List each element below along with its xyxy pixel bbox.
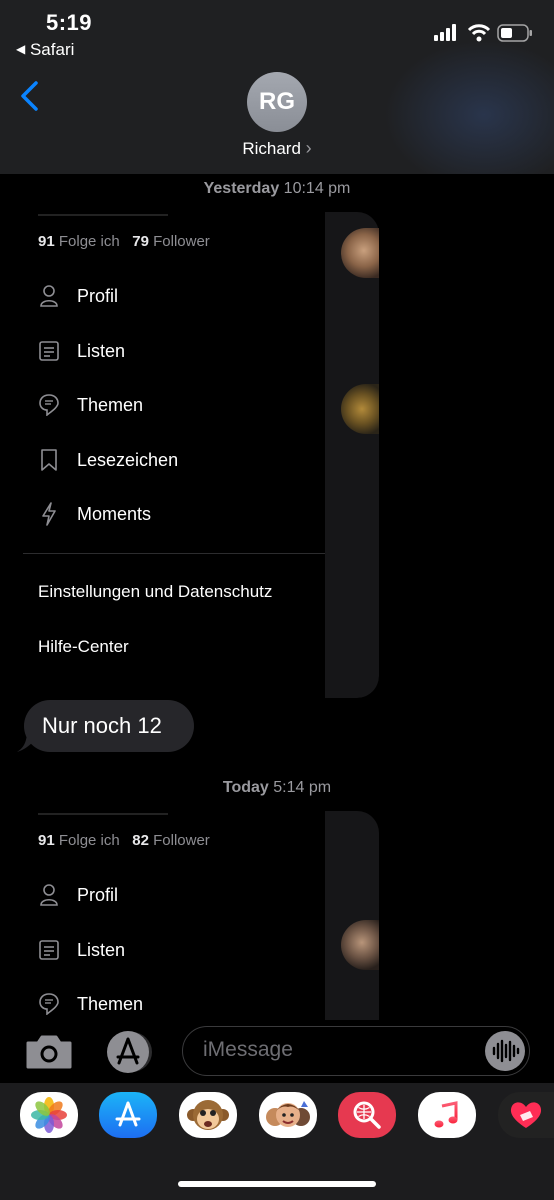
animoji-app-button[interactable] bbox=[179, 1092, 237, 1138]
followers-label: Follower bbox=[153, 832, 210, 849]
back-to-app[interactable]: ◀ Safari bbox=[16, 40, 74, 60]
web-images-app-button[interactable] bbox=[338, 1092, 396, 1138]
message-input-placeholder: iMessage bbox=[203, 1038, 293, 1061]
message-input[interactable]: iMessage bbox=[182, 1026, 530, 1076]
timestamp-day: Yesterday bbox=[203, 180, 280, 197]
back-button[interactable] bbox=[18, 80, 40, 112]
lightning-icon bbox=[38, 502, 60, 526]
person-icon bbox=[38, 285, 60, 307]
digital-touch-app-button[interactable] bbox=[498, 1092, 554, 1138]
timestamp-today: Today 5:14 pm bbox=[0, 779, 554, 797]
menu-label: Themen bbox=[77, 394, 144, 415]
camera-button[interactable] bbox=[25, 1034, 73, 1070]
app-store-app-button[interactable] bbox=[99, 1092, 157, 1138]
menu-item-help: Hilfe-Center bbox=[38, 637, 129, 656]
status-time: 5:19 bbox=[46, 10, 93, 35]
music-app-button[interactable] bbox=[418, 1092, 476, 1138]
home-indicator[interactable] bbox=[178, 1181, 376, 1187]
contact-name[interactable]: Richard › bbox=[0, 138, 554, 159]
menu-item-topics: Themen bbox=[38, 389, 143, 421]
music-icon bbox=[434, 1101, 458, 1128]
menu-item-profile: Profil bbox=[38, 879, 118, 911]
timestamp-time: 5:14 pm bbox=[273, 779, 332, 796]
list-icon bbox=[38, 340, 60, 362]
timestamp-yesterday: Yesterday 10:14 pm bbox=[0, 180, 554, 198]
following-label: Folge ich bbox=[58, 832, 120, 849]
menu-label: Profil bbox=[77, 884, 119, 905]
contact-name-label: Richard bbox=[242, 139, 301, 158]
menu-item-settings: Einstellungen und Datenschutz bbox=[38, 582, 273, 601]
animoji-icon bbox=[187, 1100, 229, 1130]
back-triangle-icon: ◀ bbox=[16, 42, 26, 56]
timestamp-day: Today bbox=[222, 779, 269, 796]
person-icon bbox=[38, 884, 60, 906]
chevron-right-icon: › bbox=[305, 138, 312, 158]
timeline-strip bbox=[325, 811, 379, 1020]
app-drawer-button[interactable] bbox=[104, 1030, 156, 1074]
menu-label: Profil bbox=[77, 285, 119, 306]
following-label: Folge ich bbox=[58, 233, 120, 250]
list-icon bbox=[38, 939, 60, 961]
bookmark-icon bbox=[38, 449, 60, 471]
waveform-icon bbox=[492, 1039, 520, 1063]
audio-message-button[interactable] bbox=[485, 1031, 525, 1071]
camera-icon bbox=[26, 1035, 72, 1069]
received-message-bubble[interactable]: Nur noch 12 bbox=[24, 700, 194, 752]
following-count: 91 bbox=[38, 832, 55, 849]
menu-label: Listen bbox=[77, 939, 126, 960]
cropped-handle-line bbox=[38, 212, 168, 216]
menu-label: Lesezeichen bbox=[77, 449, 179, 470]
cropped-handle-line bbox=[38, 811, 168, 815]
follow-stats: 91 Folge ich 82 Follower bbox=[38, 832, 210, 849]
screenshot-attachment-1[interactable]: 91 Folge ich 79 Follower Profil Listen T… bbox=[23, 212, 379, 698]
menu-item-topics: Themen bbox=[38, 988, 143, 1020]
menu-label: Listen bbox=[77, 340, 126, 361]
status-indicators bbox=[434, 22, 534, 49]
timeline-strip bbox=[325, 212, 379, 698]
following-count: 91 bbox=[38, 233, 55, 250]
followers-label: Follower bbox=[153, 233, 210, 250]
message-text: Nur noch 12 bbox=[42, 713, 162, 738]
memoji-icon bbox=[266, 1101, 310, 1127]
photos-app-button[interactable] bbox=[20, 1092, 78, 1138]
followers-count: 79 bbox=[132, 233, 149, 250]
menu-label: Themen bbox=[77, 993, 144, 1014]
followers-count: 82 bbox=[132, 832, 149, 849]
contact-avatar[interactable]: RG bbox=[247, 72, 307, 132]
app-store-icon bbox=[107, 1031, 152, 1073]
heart-icon bbox=[510, 1102, 542, 1128]
app-store-icon bbox=[115, 1101, 141, 1127]
screenshot-attachment-2[interactable]: 91 Folge ich 82 Follower Profil Listen T… bbox=[23, 811, 379, 1020]
topics-bubble-icon bbox=[38, 993, 60, 1015]
chevron-left-icon bbox=[21, 81, 38, 111]
photos-icon bbox=[31, 1097, 67, 1133]
menu-item-profile: Profil bbox=[38, 280, 118, 312]
topics-bubble-icon bbox=[38, 394, 60, 416]
memoji-app-button[interactable] bbox=[259, 1092, 317, 1138]
timestamp-time: 10:14 pm bbox=[283, 180, 351, 197]
signal-wifi-battery-icon bbox=[434, 24, 532, 42]
menu-label: Moments bbox=[77, 503, 152, 524]
menu-item-lists: Listen bbox=[38, 335, 125, 367]
web-images-icon bbox=[353, 1101, 381, 1129]
back-app-label: Safari bbox=[29, 40, 75, 59]
follow-stats: 91 Folge ich 79 Follower bbox=[38, 233, 210, 250]
menu-divider bbox=[23, 553, 325, 554]
menu-item-bookmarks: Lesezeichen bbox=[38, 444, 178, 476]
menu-item-moments: Moments bbox=[38, 498, 151, 530]
menu-item-lists: Listen bbox=[38, 934, 125, 966]
